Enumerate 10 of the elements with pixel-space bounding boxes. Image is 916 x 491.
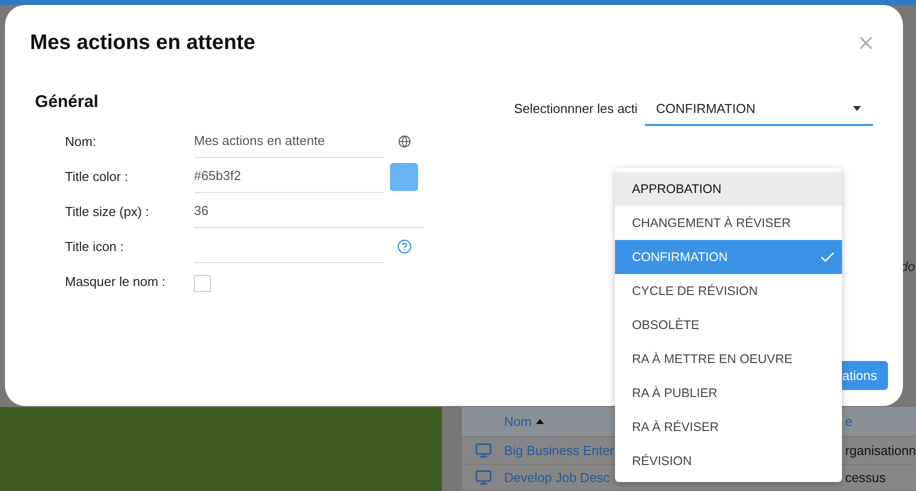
field-label: Selectionnner les acti — [514, 101, 639, 116]
field-label: Title icon : — [65, 239, 125, 254]
table-cell-text: cessus — [844, 470, 887, 485]
section-heading: Général — [35, 92, 100, 112]
field-label: Nom: — [65, 134, 98, 149]
field-label: Title color : — [65, 169, 130, 184]
table-cell-text: rganisationn — [844, 442, 916, 458]
dialog-title: Mes actions en attente — [30, 31, 256, 55]
field-label: Masquer le nom : — [65, 274, 166, 289]
field-label: Title size (px) : — [65, 204, 150, 219]
